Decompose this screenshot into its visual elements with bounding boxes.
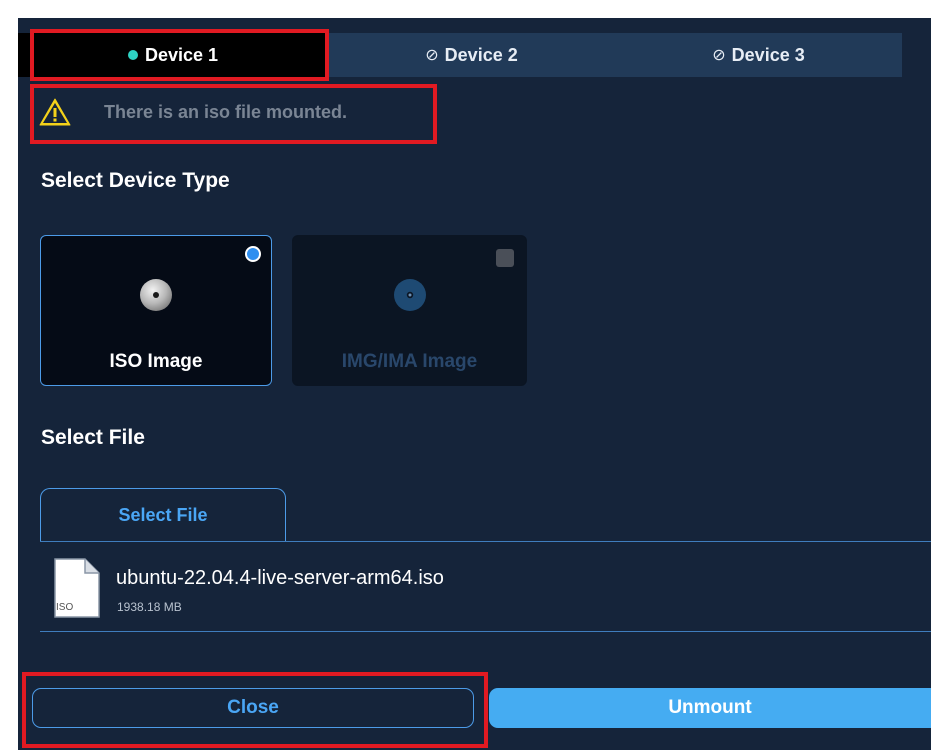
ban-icon: ⊘ [712,47,726,64]
unmount-button[interactable]: Unmount [489,688,931,728]
select-file-title: Select File [41,426,145,449]
divider [40,631,931,632]
device-tabs: Device 1 ⊘ Device 2 ⊘ Device 3 [18,33,902,77]
warning-text: There is an iso file mounted. [104,101,348,122]
file-type-label: ISO [56,602,73,613]
file-name: ubuntu-22.04.4-live-server-arm64.iso [116,567,444,589]
active-status-dot [127,50,138,60]
disc-icon [140,279,172,311]
tab-label: Device 1 [144,44,219,65]
img-ima-image-option[interactable]: IMG/IMA Image [292,235,527,386]
tab-device-2[interactable]: ⊘ Device 2 [328,33,615,77]
device-type-title: Select Device Type [41,169,230,192]
warning-triangle-icon [39,98,71,126]
file-size: 1938.18 MB [117,600,182,614]
tab-device-3[interactable]: ⊘ Device 3 [615,33,902,77]
select-file-button[interactable]: Select File [40,488,286,542]
option-label: IMG/IMA Image [341,351,478,372]
tab-label: Device 3 [731,44,805,65]
close-button[interactable]: Close [32,688,474,728]
mounted-warning: There is an iso file mounted. [38,87,347,137]
iso-file-icon: ISO [54,558,100,618]
tab-label: Device 2 [444,44,518,65]
disc-icon [393,279,426,311]
tab-device-1[interactable]: Device 1 [18,33,328,77]
checkbox-unselected[interactable] [496,249,514,267]
ban-icon: ⊘ [425,47,439,64]
option-label: ISO Image [109,351,203,372]
radio-selected[interactable] [245,246,261,262]
divider [40,541,931,542]
iso-image-option[interactable]: ISO Image [40,235,272,386]
